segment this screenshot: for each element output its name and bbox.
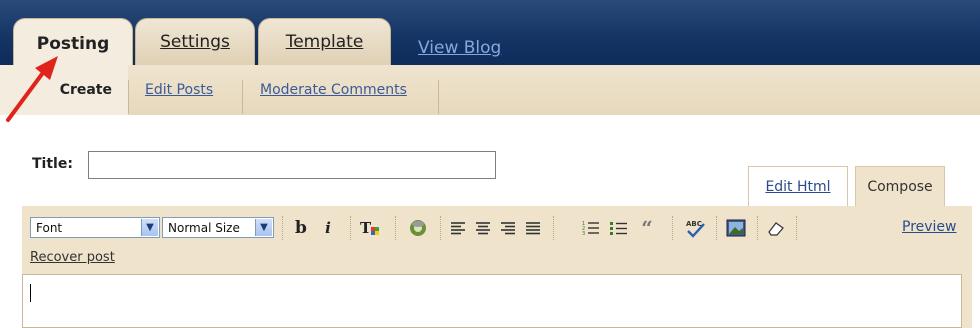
toolbar-separator bbox=[395, 216, 397, 240]
recover-post-link[interactable]: Recover post bbox=[30, 250, 115, 265]
toolbar-separator bbox=[282, 216, 284, 240]
eraser-icon[interactable] bbox=[765, 216, 787, 240]
text-caret bbox=[30, 284, 31, 302]
post-body-editor[interactable] bbox=[22, 274, 962, 328]
tab-edit-html-label: Edit Html bbox=[765, 178, 831, 195]
divider bbox=[438, 80, 439, 114]
link-icon[interactable] bbox=[405, 216, 431, 240]
italic-icon[interactable]: i bbox=[318, 216, 338, 240]
blockquote-icon[interactable]: “ bbox=[636, 216, 658, 240]
image-icon[interactable] bbox=[724, 216, 748, 240]
view-blog-link[interactable]: View Blog bbox=[418, 38, 501, 58]
size-select[interactable]: Normal Size ▼ bbox=[162, 217, 274, 238]
title-input[interactable] bbox=[88, 151, 496, 179]
bold-icon[interactable]: b bbox=[290, 216, 312, 240]
numbered-list-icon[interactable]: 123 bbox=[580, 216, 602, 240]
size-select-value: Normal Size bbox=[168, 220, 240, 235]
toolbar-separator bbox=[350, 216, 352, 240]
svg-text:T: T bbox=[360, 219, 372, 237]
svg-text:3: 3 bbox=[582, 231, 585, 236]
font-select-value: Font bbox=[36, 220, 63, 235]
font-select[interactable]: Font ▼ bbox=[30, 217, 160, 238]
align-justify-icon[interactable] bbox=[523, 216, 543, 240]
toolbar-separator bbox=[440, 216, 442, 240]
toolbar-separator bbox=[672, 216, 674, 240]
tab-edit-html[interactable]: Edit Html bbox=[748, 166, 848, 206]
text-color-icon[interactable]: T bbox=[357, 216, 383, 240]
align-left-icon[interactable] bbox=[448, 216, 468, 240]
tab-template-label: Template bbox=[285, 32, 364, 52]
tab-settings-label: Settings bbox=[160, 32, 230, 52]
toolbar-separator bbox=[553, 216, 555, 240]
toolbar-separator bbox=[716, 216, 718, 240]
red-arrow-annotation bbox=[6, 56, 58, 122]
align-center-icon[interactable] bbox=[473, 216, 493, 240]
svg-text:ABC: ABC bbox=[686, 220, 702, 228]
tab-template[interactable]: Template bbox=[258, 18, 391, 65]
tab-compose-label: Compose bbox=[867, 178, 933, 195]
subtab-edit-posts[interactable]: Edit Posts bbox=[145, 65, 213, 115]
title-label: Title: bbox=[32, 156, 73, 172]
divider bbox=[128, 80, 129, 114]
chevron-down-icon: ▼ bbox=[255, 219, 272, 236]
tab-compose[interactable]: Compose bbox=[855, 166, 945, 206]
chevron-down-icon: ▼ bbox=[141, 219, 158, 236]
tab-settings[interactable]: Settings bbox=[135, 18, 255, 65]
bullet-list-icon[interactable] bbox=[608, 216, 630, 240]
spellcheck-icon[interactable]: ABC bbox=[682, 216, 708, 240]
preview-link[interactable]: Preview bbox=[902, 219, 957, 235]
subtab-moderate-comments[interactable]: Moderate Comments bbox=[260, 65, 407, 115]
toolbar-separator bbox=[796, 216, 798, 240]
divider bbox=[242, 80, 243, 114]
toolbar-separator bbox=[757, 216, 759, 240]
align-right-icon[interactable] bbox=[498, 216, 518, 240]
